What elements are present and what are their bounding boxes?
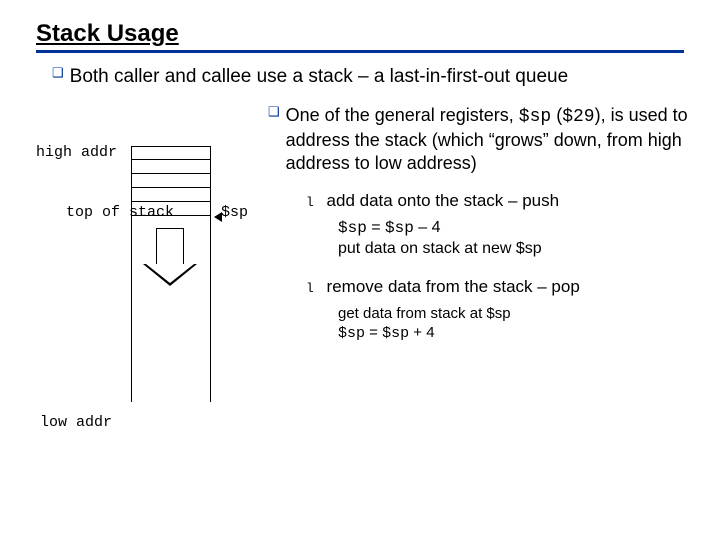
sub-bullet-icon: l (306, 281, 314, 296)
text-fragment: – 4 (414, 219, 441, 236)
pop-detail: get data from stack at $sp $sp = $sp + 4 (338, 304, 688, 344)
sp-description: ❑ One of the general registers, $sp ($29… (268, 104, 688, 176)
stack-cell (132, 146, 210, 160)
push-code-line: $sp = $sp – 4 (338, 218, 688, 239)
square-bullet-icon: ❑ (52, 65, 64, 81)
push-detail: $sp = $sp – 4 put data on stack at new $… (338, 218, 688, 260)
text-fragment: = (367, 219, 385, 236)
pop-code-line: $sp = $sp + 4 (338, 323, 688, 344)
text-fragment: ( (551, 105, 562, 125)
code-fragment: $sp (385, 219, 414, 237)
sub-bullet-icon: l (306, 195, 314, 210)
low-addr-label: low addr (40, 414, 112, 431)
square-bullet-icon: ❑ (268, 104, 280, 121)
stack-diagram: high addr low addr top of stack $sp (36, 104, 286, 434)
stack-cell (132, 188, 210, 202)
code-reg29: $29 (562, 107, 594, 127)
sp-pointer-label: $sp (221, 204, 248, 221)
pop-text: remove data from the stack – pop (327, 277, 580, 296)
stack-cell (132, 202, 210, 216)
code-fragment: $sp (382, 325, 409, 342)
code-sp: $sp (519, 107, 551, 127)
push-text: add data onto the stack – push (327, 191, 560, 210)
right-text-column: ❑ One of the general registers, $sp ($29… (268, 104, 688, 344)
pop-bullet: l remove data from the stack – pop (306, 276, 688, 298)
sp-description-text: One of the general registers, $sp ($29),… (286, 104, 688, 176)
code-fragment: $sp (338, 219, 367, 237)
slide-title: Stack Usage (36, 20, 179, 47)
main-bullet-text: Both caller and callee use a stack – a l… (70, 65, 569, 90)
arrow-down-icon (141, 228, 199, 286)
main-bullet: ❑ Both caller and callee use a stack – a… (52, 65, 684, 90)
stack-cell (132, 174, 210, 188)
title-bar: Stack Usage (36, 20, 684, 53)
high-addr-label: high addr (36, 144, 117, 161)
text-fragment: = (365, 324, 382, 341)
push-bullet: l add data onto the stack – push (306, 190, 688, 212)
content-area: high addr low addr top of stack $sp ❑ On… (36, 104, 684, 484)
push-desc-line: put data on stack at new $sp (338, 239, 688, 260)
arrow-left-icon (214, 212, 222, 222)
text-fragment: One of the general registers, (286, 105, 519, 125)
stack-cell (132, 160, 210, 174)
code-fragment: $sp (338, 325, 365, 342)
pop-desc-line: get data from stack at $sp (338, 304, 688, 324)
text-fragment: + 4 (409, 324, 434, 341)
